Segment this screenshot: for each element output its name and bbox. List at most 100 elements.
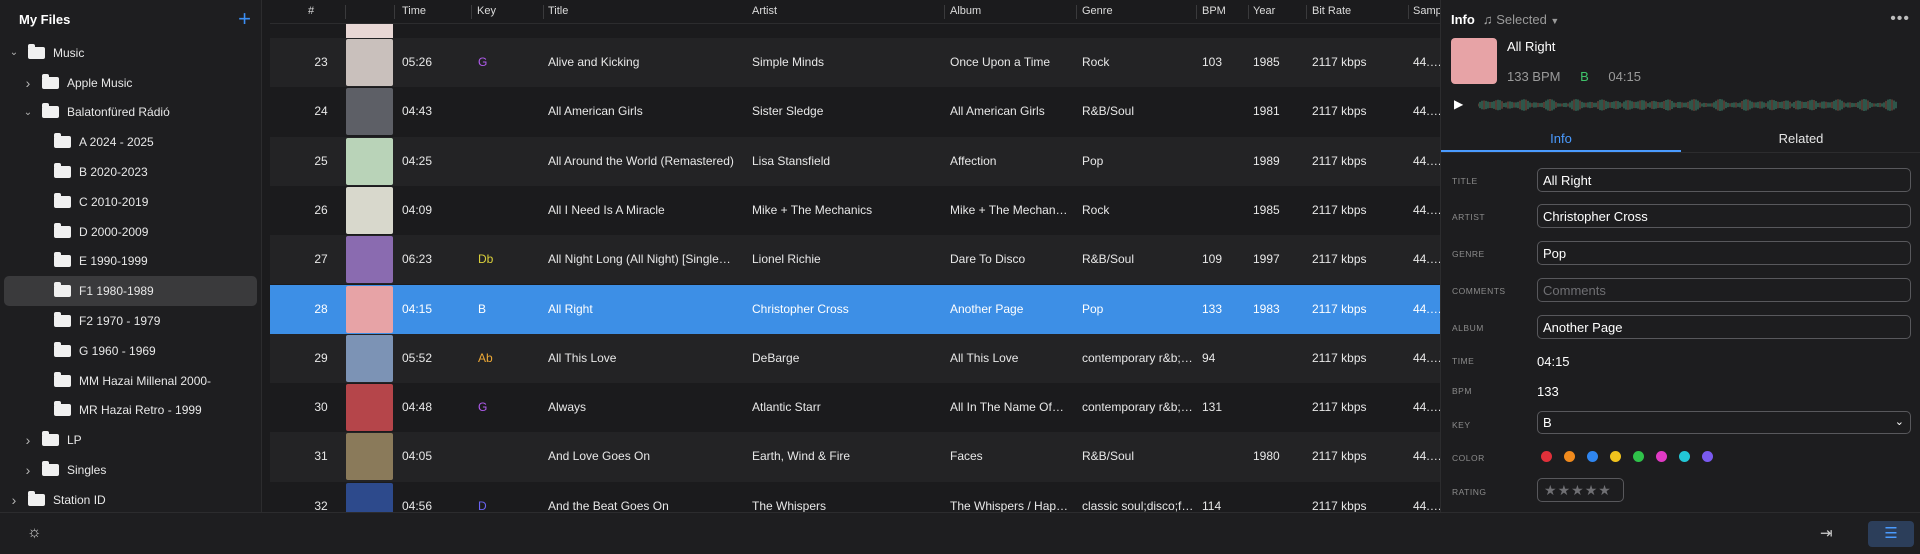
star-icon[interactable]: ★: [1544, 482, 1558, 498]
tree-item[interactable]: › LP: [0, 425, 261, 455]
add-button[interactable]: +: [238, 8, 251, 30]
table-row[interactable]: 31 04:05 And Love Goes On Earth, Wind & Fir…: [270, 432, 1440, 482]
cell-time: 04:48: [402, 400, 433, 415]
sidebar-header: My Files +: [0, 0, 261, 38]
genre-field[interactable]: Pop: [1537, 241, 1911, 265]
tree-item[interactable]: F2 1970 - 1979: [0, 306, 261, 336]
cell-time: 04:56: [402, 498, 433, 512]
cell-album: All American Girls: [950, 104, 1045, 119]
tree-item[interactable]: A 2024 - 2025: [0, 127, 261, 157]
chevron-right-icon[interactable]: ›: [22, 462, 34, 478]
tree-item[interactable]: B 2020-2023: [0, 157, 261, 187]
play-icon[interactable]: ▶: [1454, 97, 1463, 111]
cell-album: Once Upon a Time: [950, 55, 1051, 69]
cell-num: 32: [314, 498, 328, 512]
tree-item[interactable]: › Singles: [0, 455, 261, 485]
tab-related[interactable]: Related: [1681, 127, 1920, 152]
album-field[interactable]: Another Page: [1537, 315, 1911, 339]
tree-item[interactable]: ⌄ Music: [0, 38, 261, 68]
table-row[interactable]: 29 05:52 Ab All This Love DeBarge All This Lo…: [270, 333, 1440, 383]
title-field[interactable]: All Right: [1537, 168, 1911, 192]
comments-field[interactable]: Comments: [1537, 278, 1911, 302]
table-row[interactable]: 24 04:43 All American Girls Sister Sledge Al…: [270, 87, 1440, 136]
star-icon[interactable]: ★: [1571, 482, 1585, 498]
col-samp[interactable]: Samp: [1413, 5, 1440, 17]
col-key[interactable]: Key: [477, 5, 496, 17]
tree-item[interactable]: › Apple Music: [0, 68, 261, 98]
chevron-right-icon[interactable]: ›: [22, 432, 34, 448]
chevron-right-icon[interactable]: ›: [8, 492, 20, 508]
more-options-button[interactable]: •••: [1890, 10, 1910, 28]
col-number[interactable]: #: [308, 5, 314, 17]
cell-time: 04:15: [402, 301, 433, 316]
tree-item[interactable]: F1 1980-1989: [4, 276, 257, 307]
table-row[interactable]: 30 04:48 G Always Atlantic Starr All In The N…: [270, 383, 1440, 432]
chevron-down-icon[interactable]: ⌄: [8, 47, 20, 58]
col-artist[interactable]: Artist: [752, 5, 777, 17]
title-label: TITLE: [1452, 176, 1478, 186]
tree-item[interactable]: ⌄ Balatonfüred Rádió: [0, 98, 261, 128]
chevron-right-icon[interactable]: ›: [22, 75, 34, 91]
folder-icon: [42, 73, 59, 89]
table-row[interactable]: 23 05:26 G Alive and Kicking Simple Minds Onc…: [270, 38, 1440, 88]
tree-item[interactable]: MR Hazai Retro - 1999: [0, 396, 261, 426]
list-icon[interactable]: ☰: [1868, 521, 1914, 547]
tree-item[interactable]: G 1960 - 1969: [0, 336, 261, 366]
cell-samp: 44.10: [1413, 350, 1440, 365]
tree-item[interactable]: › Station ID: [0, 485, 261, 515]
tab-info[interactable]: Info: [1441, 127, 1681, 152]
star-icon[interactable]: ★: [1585, 482, 1599, 498]
table-row[interactable]: 32 04:56 D And the Beat Goes On The Whispers…: [270, 482, 1440, 512]
color-swatch[interactable]: [1679, 451, 1690, 462]
sidebar: My Files + ⌄ Music › Apple Music ⌄ Balatonfür…: [0, 0, 262, 512]
col-genre[interactable]: Genre: [1082, 5, 1113, 17]
cell-genre: Rock: [1082, 55, 1110, 69]
folder-icon: [54, 192, 71, 208]
col-bpm[interactable]: BPM: [1202, 5, 1226, 17]
indent-icon[interactable]: ⇥: [1820, 524, 1833, 542]
tree-item[interactable]: E 1990-1999: [0, 247, 261, 277]
color-swatch[interactable]: [1633, 451, 1644, 462]
color-label: COLOR: [1452, 453, 1485, 463]
col-album[interactable]: Album: [950, 5, 981, 17]
cell-bpm: 94: [1202, 350, 1216, 365]
col-bitrate[interactable]: Bit Rate: [1312, 5, 1351, 17]
color-swatch[interactable]: [1564, 451, 1575, 462]
cell-bpm: 103: [1202, 55, 1223, 69]
cell-artist: Lisa Stansfield: [752, 153, 831, 168]
table-row[interactable]: 28 04:15 B All Right Christopher Cross Anothe…: [270, 284, 1440, 334]
selection-dropdown[interactable]: ♫ Selected ▼: [1483, 12, 1560, 27]
col-year[interactable]: Year: [1253, 5, 1275, 17]
cell-bitrate: 2117 kbps: [1312, 153, 1367, 168]
cell-time: 05:52: [402, 350, 433, 365]
cell-genre: R&B/Soul: [1082, 104, 1135, 119]
track-key: B: [1580, 69, 1589, 84]
track-time: 04:15: [1608, 69, 1641, 84]
key-select[interactable]: B ⌄: [1537, 411, 1911, 434]
cell-time: 04:25: [402, 153, 433, 168]
chevron-down-icon[interactable]: ⌄: [22, 107, 34, 118]
table-row[interactable]: 27 06:23 Db All Night Long (All Night) [Sin…: [270, 235, 1440, 285]
col-title[interactable]: Title: [548, 5, 568, 17]
table-row[interactable]: 26 04:09 All I Need Is A Miracle Mike + The…: [270, 186, 1440, 235]
rating-stars[interactable]: ★★★★★: [1537, 478, 1624, 502]
artist-field[interactable]: Christopher Cross: [1537, 204, 1911, 228]
brightness-icon[interactable]: ☼: [27, 524, 42, 542]
star-icon[interactable]: ★: [1598, 482, 1612, 498]
table-row[interactable]: 25 04:25 All Around the World (Remastered)…: [270, 136, 1440, 186]
color-swatch[interactable]: [1656, 451, 1667, 462]
album-label: ALBUM: [1452, 323, 1484, 333]
cell-year: 1980: [1253, 449, 1280, 464]
color-swatch[interactable]: [1702, 451, 1713, 462]
album-artwork: [346, 384, 393, 432]
color-swatch[interactable]: [1610, 451, 1621, 462]
star-icon[interactable]: ★: [1558, 482, 1572, 498]
col-time[interactable]: Time: [402, 5, 426, 17]
album-artwork: [346, 433, 393, 481]
color-swatch[interactable]: [1541, 451, 1552, 462]
waveform[interactable]: [1478, 95, 1908, 115]
color-swatch[interactable]: [1587, 451, 1598, 462]
tree-item[interactable]: C 2010-2019: [0, 187, 261, 217]
tree-item[interactable]: D 2000-2009: [0, 217, 261, 247]
tree-item[interactable]: MM Hazai Millenal 2000-: [0, 366, 261, 396]
